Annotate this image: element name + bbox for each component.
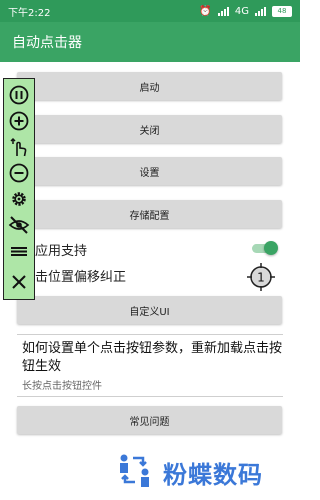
status-bar: 下午2:22 ⏰ 4G 48 bbox=[0, 0, 300, 22]
network-type: 4G bbox=[234, 5, 249, 17]
settings-button[interactable]: 设置 bbox=[17, 157, 282, 185]
app-title: 自动点击器 bbox=[12, 35, 82, 51]
status-icons: ⏰ 4G 48 bbox=[199, 5, 292, 17]
close-icon[interactable] bbox=[8, 271, 30, 293]
divider bbox=[17, 334, 283, 335]
close-button[interactable]: 关闭 bbox=[17, 115, 282, 143]
help-subtitle: 长按点击按钮控件 bbox=[22, 381, 102, 392]
faq-button[interactable]: 常见问题 bbox=[17, 406, 282, 434]
cross-app-toggle[interactable] bbox=[252, 241, 278, 255]
save-config-button[interactable]: 存储配置 bbox=[17, 200, 282, 228]
remove-icon[interactable] bbox=[8, 162, 30, 184]
start-button[interactable]: 启动 bbox=[17, 72, 282, 100]
offset-correction-label: 点击位置偏移纠正 bbox=[22, 270, 127, 285]
divider bbox=[17, 396, 283, 397]
help-title: 如何设置单个点击按钮参数，重新加载点击按钮生效 bbox=[22, 341, 283, 374]
tap-gesture-icon[interactable] bbox=[8, 136, 30, 158]
watermark: 粉蝶数码 bbox=[115, 450, 263, 494]
menu-icon[interactable] bbox=[8, 240, 30, 262]
app-bar: 自动点击器 bbox=[0, 22, 300, 62]
toggle-thumb bbox=[264, 241, 278, 255]
custom-ui-button[interactable]: 自定义UI bbox=[17, 296, 282, 324]
gear-icon[interactable] bbox=[8, 188, 30, 210]
floating-toolbar[interactable] bbox=[3, 78, 35, 300]
target-number: 1 bbox=[257, 271, 265, 285]
signal-icon bbox=[217, 6, 229, 16]
battery-icon: 48 bbox=[272, 5, 292, 17]
eye-off-icon[interactable] bbox=[8, 214, 30, 236]
pause-icon[interactable] bbox=[8, 84, 30, 106]
status-time: 下午2:22 bbox=[8, 7, 51, 19]
signal-icon-2 bbox=[255, 6, 266, 16]
watermark-logo-icon bbox=[115, 452, 155, 492]
alarm-icon: ⏰ bbox=[199, 5, 212, 17]
crosshair-target-icon[interactable]: 1 bbox=[246, 262, 276, 292]
watermark-text: 粉蝶数码 bbox=[163, 460, 263, 489]
add-icon[interactable] bbox=[8, 110, 30, 132]
